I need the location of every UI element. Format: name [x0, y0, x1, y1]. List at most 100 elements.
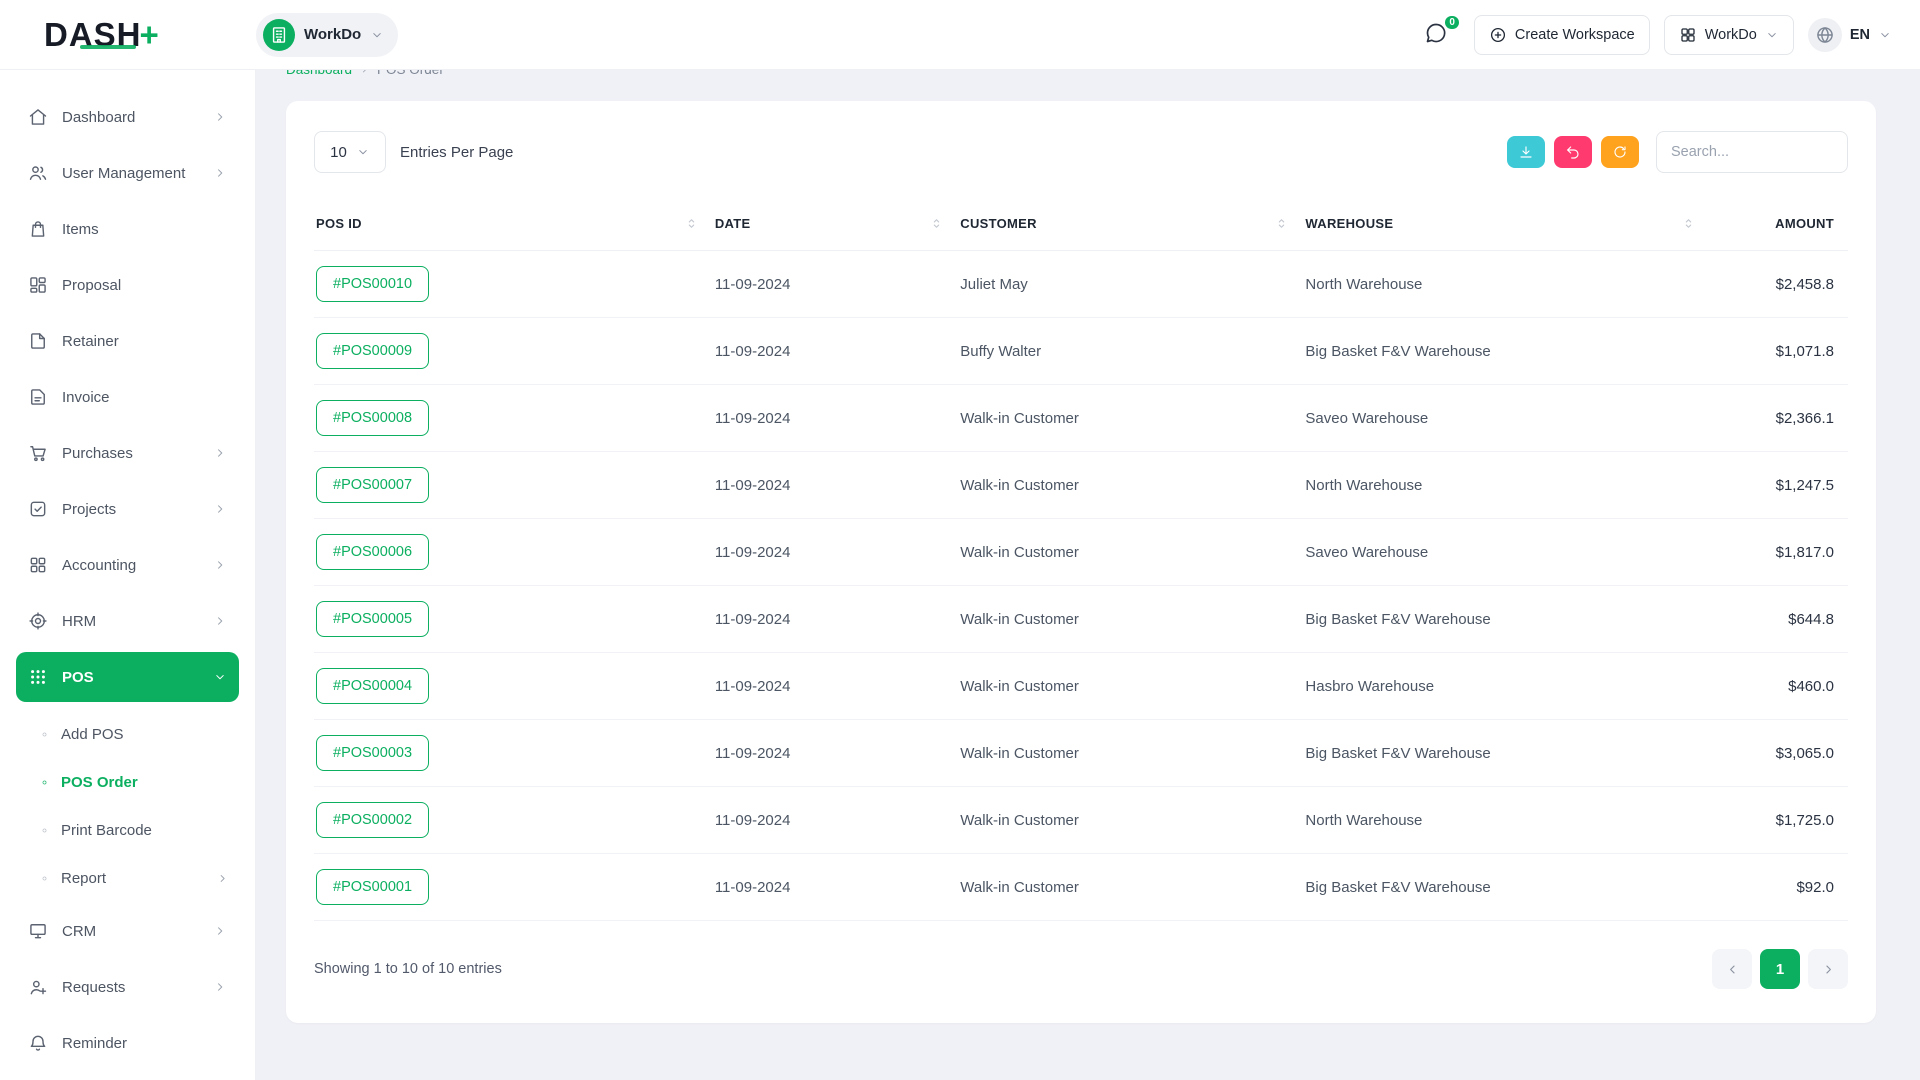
search-input[interactable]	[1656, 131, 1848, 173]
sidebar-item-dashboard[interactable]: Dashboard	[16, 92, 239, 142]
warehouse-cell: Saveo Warehouse	[1303, 519, 1710, 586]
sidebar-item-label: Proposal	[62, 277, 121, 294]
column-header-date[interactable]: DATE	[713, 197, 958, 251]
sidebar-subitem-print-barcode[interactable]: Print Barcode	[30, 806, 239, 854]
export-button[interactable]	[1507, 136, 1545, 168]
language-selector[interactable]: EN	[1808, 18, 1892, 52]
customer-cell: Walk-in Customer	[958, 653, 1303, 720]
sidebar-item-items[interactable]: Items	[16, 204, 239, 254]
customer-cell: Walk-in Customer	[958, 452, 1303, 519]
bell-icon	[28, 1033, 48, 1053]
sidebar-item-requests[interactable]: Requests	[16, 962, 239, 1012]
customer-cell: Walk-in Customer	[958, 720, 1303, 787]
sidebar-item-proposal[interactable]: Proposal	[16, 260, 239, 310]
create-workspace-label: Create Workspace	[1515, 27, 1635, 43]
workspace-selector[interactable]: WorkDo	[256, 13, 398, 57]
globe-icon	[1808, 18, 1842, 52]
refresh-button[interactable]	[1601, 136, 1639, 168]
sidebar-subitem-report[interactable]: Report	[30, 854, 239, 902]
plus-circle-icon	[1489, 26, 1507, 44]
user-plus-icon	[28, 977, 48, 997]
chevron-right-icon	[213, 980, 227, 994]
kanban-icon	[28, 275, 48, 295]
table-row: #POS0000811-09-2024Walk-in CustomerSaveo…	[314, 385, 1848, 452]
column-header-pos-id[interactable]: POS ID	[314, 197, 713, 251]
chevron-down-icon	[370, 28, 384, 42]
sidebar-item-accounting[interactable]: Accounting	[16, 540, 239, 590]
pos-id-cell: #POS00008	[314, 385, 713, 452]
pos-id-link[interactable]: #POS00009	[316, 333, 429, 369]
sidebar-item-pos[interactable]: POS	[16, 652, 239, 702]
sidebar-item-label: CRM	[62, 923, 96, 940]
chevron-down-icon	[1765, 28, 1779, 42]
sidebar-item-retainer[interactable]: Retainer	[16, 316, 239, 366]
table-row: #POS0000911-09-2024Buffy WalterBig Baske…	[314, 318, 1848, 385]
pos-id-link[interactable]: #POS00006	[316, 534, 429, 570]
sidebar-item-label: Retainer	[62, 333, 119, 350]
sidebar-item-projects[interactable]: Projects	[16, 484, 239, 534]
users-icon	[28, 163, 48, 183]
chevron-right-icon	[213, 166, 227, 180]
table-row: #POS0000111-09-2024Walk-in CustomerBig B…	[314, 854, 1848, 921]
pos-id-cell: #POS00005	[314, 586, 713, 653]
sidebar-item-purchases[interactable]: Purchases	[16, 428, 239, 478]
customer-cell: Walk-in Customer	[958, 385, 1303, 452]
pos-id-link[interactable]: #POS00008	[316, 400, 429, 436]
pos-id-link[interactable]: #POS00002	[316, 802, 429, 838]
sidebar-item-label: Invoice	[62, 389, 110, 406]
sidebar-item-reminder[interactable]: Reminder	[16, 1018, 239, 1068]
sort-icon	[1274, 216, 1289, 231]
sidebar-subitem-pos-order[interactable]: POS Order	[30, 758, 239, 806]
sidebar-item-user-management[interactable]: User Management	[16, 148, 239, 198]
language-label: EN	[1850, 27, 1870, 43]
circle-bullet-icon	[40, 826, 49, 835]
date-cell: 11-09-2024	[713, 586, 958, 653]
back-button[interactable]	[1554, 136, 1592, 168]
sidebar-item-crm[interactable]: CRM	[16, 906, 239, 956]
chevron-right-icon	[216, 872, 229, 885]
target-icon	[28, 611, 48, 631]
column-header-warehouse[interactable]: WAREHOUSE	[1303, 197, 1710, 251]
pos-id-link[interactable]: #POS00001	[316, 869, 429, 905]
pos-id-link[interactable]: #POS00004	[316, 668, 429, 704]
pos-id-link[interactable]: #POS00007	[316, 467, 429, 503]
pos-id-link[interactable]: #POS00003	[316, 735, 429, 771]
sidebar-subitem-add-pos[interactable]: Add POS	[30, 710, 239, 758]
pos-id-link[interactable]: #POS00010	[316, 266, 429, 302]
brand-logo[interactable]: DASH+	[44, 16, 160, 54]
pos-id-cell: #POS00007	[314, 452, 713, 519]
pagination-page-1[interactable]: 1	[1760, 949, 1800, 989]
messages-button[interactable]: 0	[1424, 21, 1452, 49]
column-header-customer[interactable]: CUSTOMER	[958, 197, 1303, 251]
header-right-group: 0 Create Workspace WorkDo EN	[1424, 15, 1920, 55]
sidebar-item-label: Purchases	[62, 445, 133, 462]
pagination-next-button[interactable]	[1808, 949, 1848, 989]
create-workspace-button[interactable]: Create Workspace	[1474, 15, 1650, 55]
sidebar-item-label: Dashboard	[62, 109, 135, 126]
customer-cell: Walk-in Customer	[958, 787, 1303, 854]
customer-cell: Juliet May	[958, 251, 1303, 318]
undo-icon	[1565, 144, 1581, 160]
sidebar-item-hrm[interactable]: HRM	[16, 596, 239, 646]
bag-icon	[28, 219, 48, 239]
check-square-icon	[28, 499, 48, 519]
apps-menu-label: WorkDo	[1705, 27, 1757, 43]
pos-id-cell: #POS00001	[314, 854, 713, 921]
monitor-icon	[28, 921, 48, 941]
apps-menu-button[interactable]: WorkDo	[1664, 15, 1794, 55]
amount-cell: $1,071.8	[1710, 318, 1848, 385]
amount-cell: $2,366.1	[1710, 385, 1848, 452]
amount-cell: $92.0	[1710, 854, 1848, 921]
pos-id-link[interactable]: #POS00005	[316, 601, 429, 637]
workspace-building-icon	[263, 19, 295, 51]
sidebar: Dashboard User Management Items Proposal Ret…	[0, 70, 256, 1080]
chevron-right-icon	[213, 614, 227, 628]
pagination-prev-button[interactable]	[1712, 949, 1752, 989]
entries-per-page-select[interactable]: 10	[314, 131, 386, 173]
sidebar-item-label: Projects	[62, 501, 116, 518]
sidebar-item-invoice[interactable]: Invoice	[16, 372, 239, 422]
sidebar-subitem-label: Add POS	[61, 726, 124, 743]
top-header: DASH+ WorkDo 0 Create Workspace WorkDo E…	[0, 0, 1920, 70]
sidebar-subitem-label: Print Barcode	[61, 822, 152, 839]
pagination: 1	[1712, 949, 1848, 989]
